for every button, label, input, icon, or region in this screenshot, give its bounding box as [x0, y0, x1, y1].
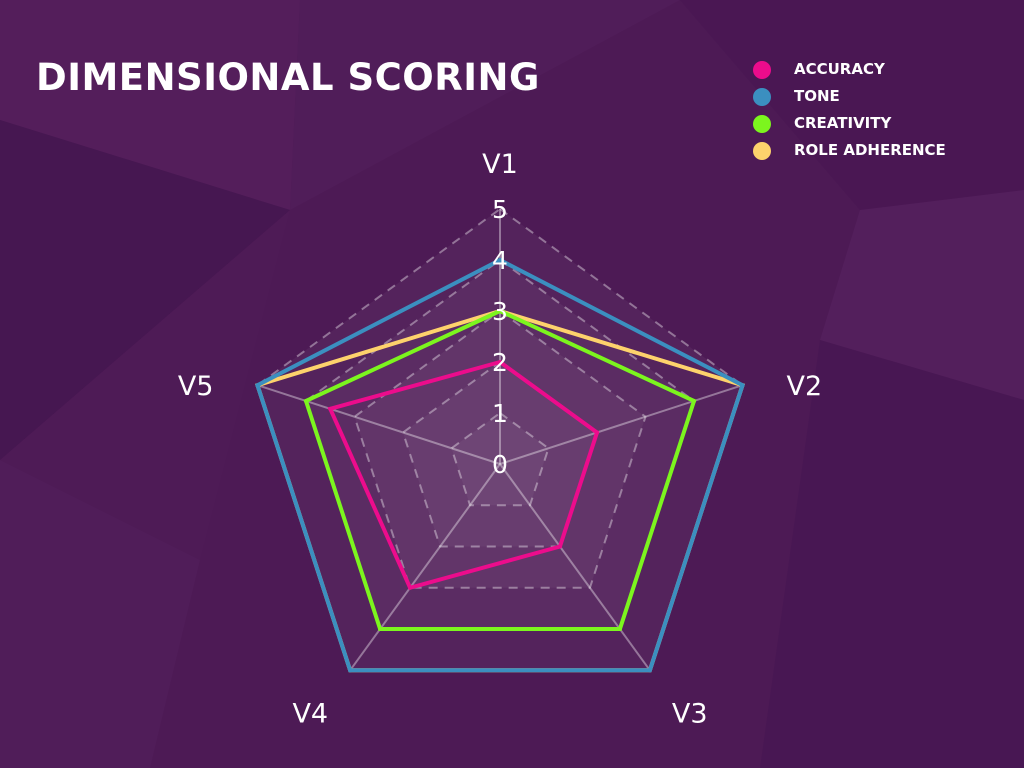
axis-label-v5: V5 — [178, 371, 214, 402]
radar-chart: 0 1 2 3 4 5 V1 V2 V3 V4 V5 — [178, 149, 823, 729]
axis-label-v3: V3 — [672, 698, 708, 729]
series-creativity-point-v3 — [617, 627, 622, 632]
tick-label-3: 3 — [492, 297, 508, 326]
tick-label-5: 5 — [492, 195, 508, 224]
series-creativity-point-v2 — [692, 398, 697, 403]
tick-label-1: 1 — [492, 399, 508, 428]
axis-label-v2: V2 — [787, 371, 823, 402]
series-tone-point-v2 — [740, 383, 745, 388]
series-creativity-point-v5 — [303, 398, 308, 403]
series-accuracy-point-v2 — [595, 430, 600, 435]
axis-label-v4: V4 — [292, 698, 328, 729]
tick-label-0: 0 — [492, 450, 508, 479]
tick-label-2: 2 — [492, 348, 508, 377]
axis-label-v1: V1 — [482, 149, 518, 180]
tick-label-4: 4 — [492, 246, 508, 275]
series-accuracy-point-v4 — [408, 585, 413, 590]
series-creativity-point-v4 — [378, 627, 383, 632]
series-accuracy-point-v5 — [328, 406, 333, 411]
series-tone-point-v4 — [348, 668, 353, 673]
series-tone-point-v5 — [255, 383, 260, 388]
series-tone-point-v3 — [647, 668, 652, 673]
series-accuracy-point-v3 — [557, 544, 562, 549]
